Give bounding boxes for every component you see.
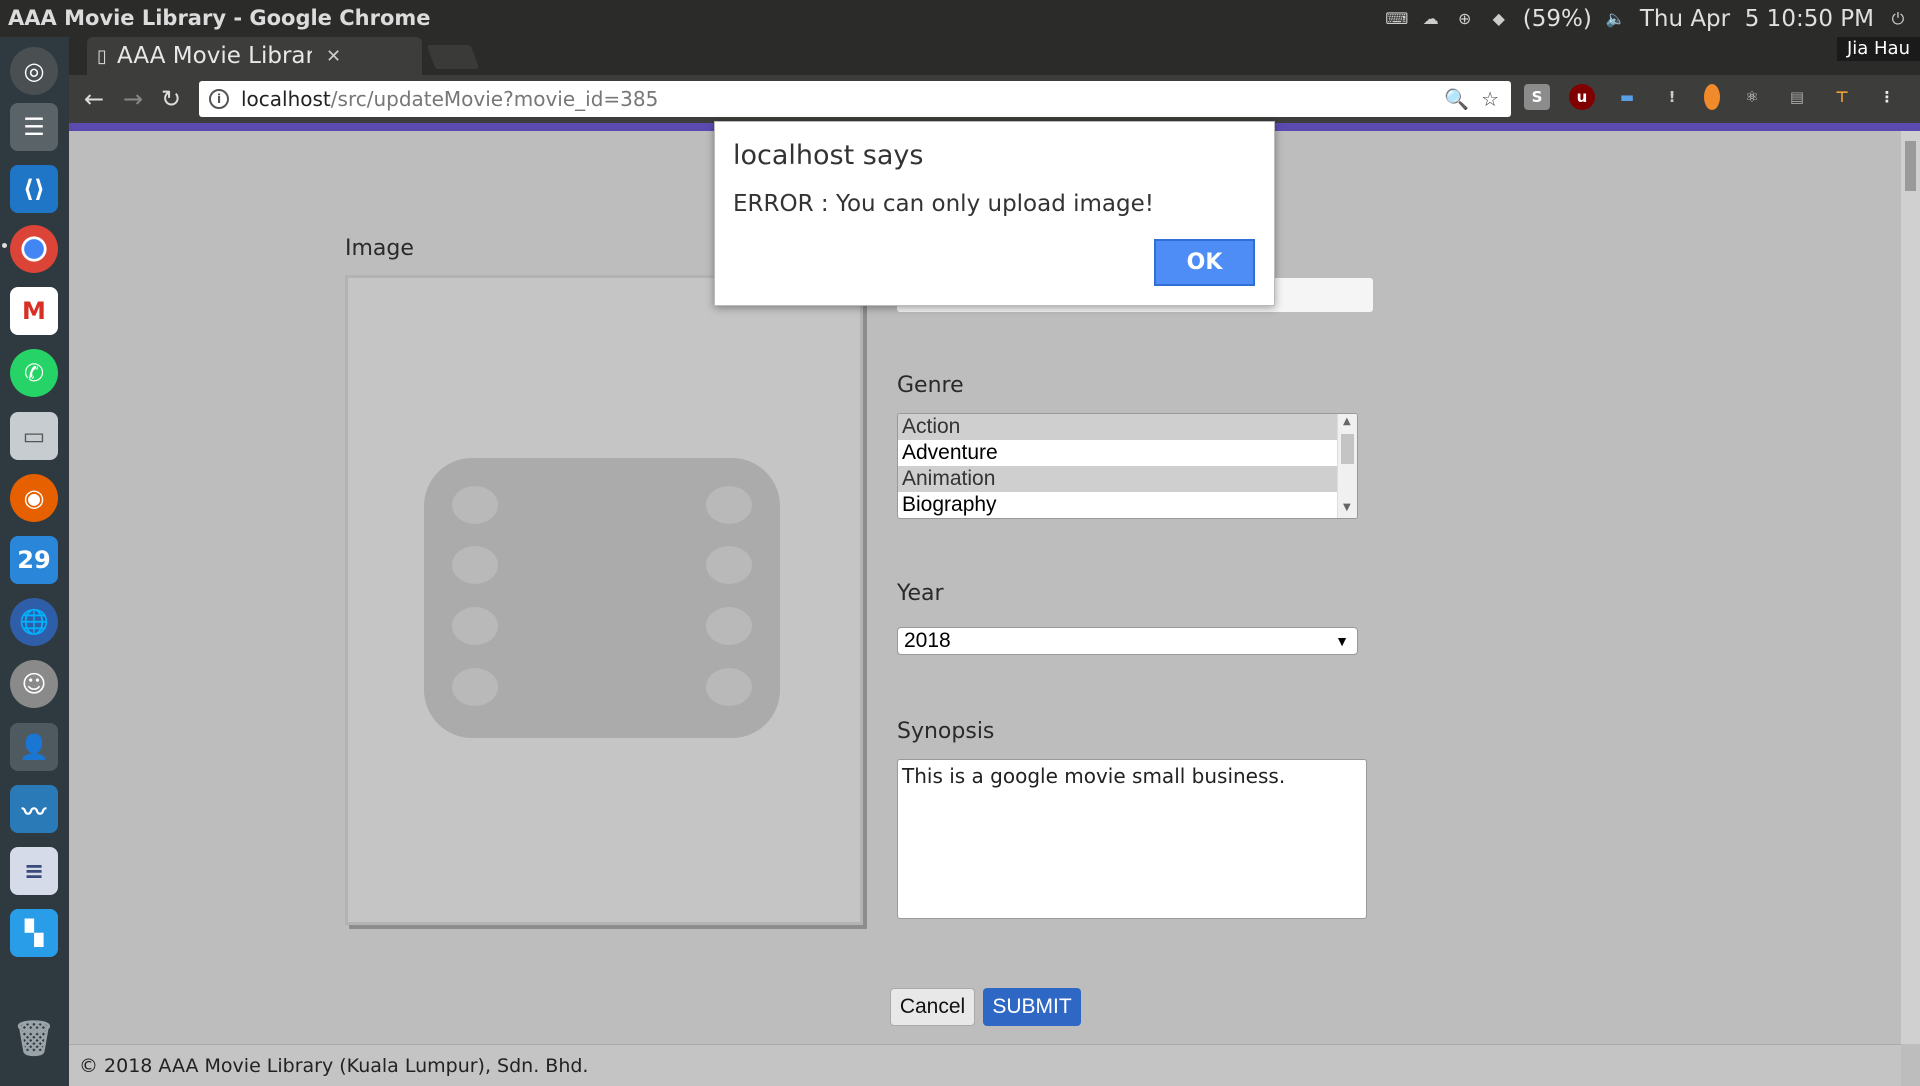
weather-icon[interactable]: ☁ <box>1421 9 1441 29</box>
extension-bed-icon[interactable]: ▬ <box>1614 84 1640 110</box>
tab-active[interactable]: ▯ AAA Movie Library ✕ <box>87 37 422 75</box>
submit-button[interactable]: SUBMIT <box>983 988 1081 1026</box>
extension-s-icon[interactable]: S <box>1524 84 1550 110</box>
movie-image-upload[interactable] <box>345 275 863 925</box>
synopsis-textarea[interactable]: This is a google movie small business. <box>897 759 1367 919</box>
react-devtools-icon[interactable]: ⚛ <box>1739 84 1765 110</box>
launcher: ◎ ☰ ⟨⟩ M ✆ ▭ ◉ 29 🌐 ☺ 👤 〰 ≡ ▚ 🗑 <box>0 37 69 1086</box>
new-tab-button[interactable] <box>426 45 480 69</box>
menu-dots-icon[interactable]: ⋮ <box>1874 84 1900 110</box>
genre-option[interactable]: Action <box>898 414 1338 440</box>
calendar-app-icon[interactable]: 29 <box>10 536 58 584</box>
info-icon[interactable]: i <box>209 89 229 109</box>
system-monitor-app-icon[interactable]: 〰 <box>10 785 58 833</box>
extension-box-icon[interactable]: ▤ <box>1784 84 1810 110</box>
keyboard-icon[interactable]: ⌨ <box>1385 9 1408 29</box>
image-label: Image <box>345 236 414 261</box>
dialog-title: localhost says <box>733 140 924 171</box>
chrome-app-icon[interactable] <box>10 225 58 273</box>
ubuntu-logo-icon[interactable]: ◎ <box>10 47 58 95</box>
zoom-icon[interactable]: 🔍 <box>1444 87 1469 111</box>
year-label: Year <box>897 581 944 606</box>
trash-icon[interactable]: 🗑 <box>10 1015 58 1063</box>
genre-option[interactable]: Animation <box>898 466 1338 492</box>
page-scrollbar[interactable] <box>1901 131 1920 1044</box>
power-icon[interactable]: ⏻ <box>1888 9 1908 29</box>
scroll-up-icon[interactable]: ▲ <box>1343 416 1351 427</box>
clock[interactable]: Thu Apr 5 10:50 PM <box>1640 6 1874 32</box>
tab-strip: ▯ AAA Movie Library ✕ Jia Hau <box>69 37 1920 75</box>
copyright-text: © 2018 AAA Movie Library (Kuala Lumpur),… <box>79 1055 589 1077</box>
extension-orange-icon[interactable] <box>1704 84 1720 110</box>
close-icon[interactable]: ✕ <box>326 46 341 67</box>
text-editor-app-icon[interactable]: ≡ <box>10 847 58 895</box>
system-top-bar: AAA Movie Library - Google Chrome ⌨ ☁ ⊕ … <box>0 0 1920 37</box>
scroll-down-icon[interactable]: ▼ <box>1343 502 1351 513</box>
window-title: AAA Movie Library - Google Chrome <box>8 6 431 30</box>
scrollbar-thumb[interactable] <box>1905 141 1916 191</box>
profile-button[interactable]: Jia Hau <box>1836 37 1920 61</box>
browser-toolbar: ← → ↻ i localhost /src/updateMovie?movie… <box>69 75 1920 123</box>
genre-label: Genre <box>897 373 964 398</box>
workspaces-app-icon[interactable]: ▚ <box>10 909 58 957</box>
files-app-icon[interactable]: ▭ <box>10 412 58 460</box>
cancel-button[interactable]: Cancel <box>890 988 975 1026</box>
battery-level[interactable]: (59%) <box>1523 6 1592 32</box>
system-tray: ⌨ ☁ ⊕ ◆ (59%) 🔈 Thu Apr 5 10:50 PM ⏻ <box>1385 0 1908 37</box>
ublock-icon[interactable]: u <box>1569 84 1595 110</box>
settings-app-icon[interactable]: ☰ <box>10 103 58 151</box>
firefox-app-icon[interactable]: ◉ <box>10 474 58 522</box>
page-icon: ▯ <box>97 45 107 67</box>
genre-option[interactable]: Biography <box>898 492 1338 518</box>
whatsapp-app-icon[interactable]: ✆ <box>10 349 58 397</box>
synopsis-label: Synopsis <box>897 719 995 744</box>
reload-icon[interactable]: ↻ <box>156 84 186 114</box>
forward-icon[interactable]: → <box>118 84 148 114</box>
tab-title: AAA Movie Library <box>117 43 312 69</box>
page-footer: © 2018 AAA Movie Library (Kuala Lumpur),… <box>69 1044 1901 1086</box>
year-value: 2018 <box>904 629 951 652</box>
address-bar[interactable]: i localhost /src/updateMovie?movie_id=38… <box>199 81 1511 117</box>
dropbox-icon[interactable]: ◆ <box>1489 9 1509 29</box>
genre-listbox[interactable]: Action Adventure Animation Biography ▲ ▼ <box>897 413 1358 519</box>
bookmark-star-icon[interactable]: ☆ <box>1481 87 1499 111</box>
url-host: localhost <box>241 87 331 111</box>
chat-app-icon[interactable]: ☺ <box>10 660 58 708</box>
extension-torch-icon[interactable]: ! <box>1659 84 1685 110</box>
web-app-icon[interactable]: 🌐 <box>10 598 58 646</box>
extension-pick-icon[interactable]: ⊤ <box>1829 84 1855 110</box>
year-select[interactable]: 2018 ▼ <box>897 627 1358 655</box>
extensions-bar: S u ▬ ! ⚛ ▤ ⊤ ⋮ <box>1524 84 1900 110</box>
alert-dialog: localhost says ERROR : You can only uplo… <box>714 121 1275 306</box>
genre-option[interactable]: Adventure <box>898 440 1338 466</box>
genre-scrollbar[interactable]: ▲ ▼ <box>1337 414 1357 518</box>
back-icon[interactable]: ← <box>79 84 109 114</box>
scroll-thumb[interactable] <box>1341 434 1354 464</box>
user-app-icon[interactable]: 👤 <box>10 723 58 771</box>
volume-icon[interactable]: 🔈 <box>1606 9 1626 29</box>
film-icon <box>424 458 780 738</box>
network-icon[interactable]: ⊕ <box>1455 9 1475 29</box>
ok-button[interactable]: OK <box>1154 239 1255 286</box>
dropdown-arrow-icon: ▼ <box>1335 633 1349 649</box>
vscode-app-icon[interactable]: ⟨⟩ <box>10 165 58 213</box>
gmail-app-icon[interactable]: M <box>10 287 58 335</box>
url-path: /src/updateMovie?movie_id=385 <box>330 87 659 111</box>
dialog-message: ERROR : You can only upload image! <box>733 191 1154 217</box>
